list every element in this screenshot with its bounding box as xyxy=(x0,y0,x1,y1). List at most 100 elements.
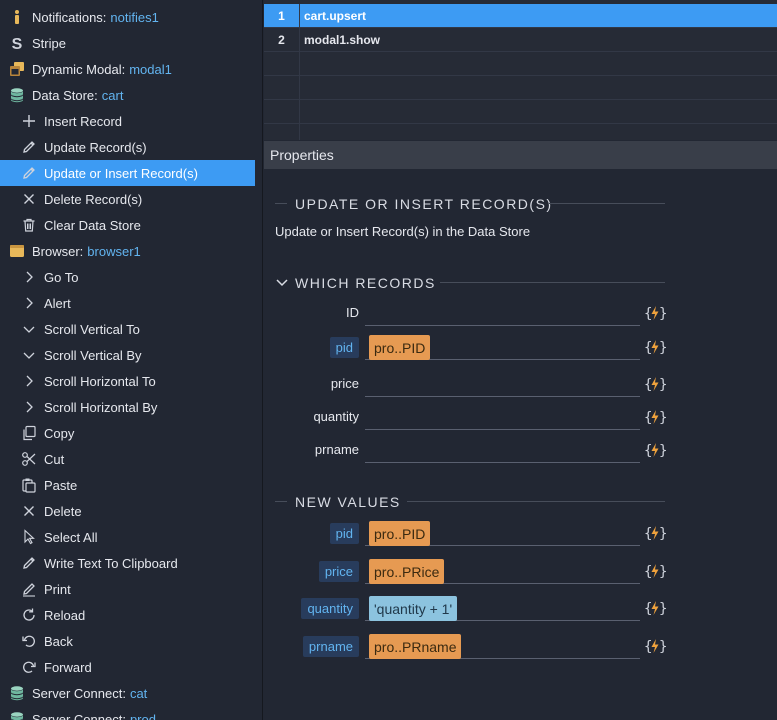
dynamic-data-icon[interactable]: {} xyxy=(644,375,667,393)
tree-item-server-connect-prod[interactable]: Server Connect: prod xyxy=(0,706,255,720)
tree-item-update-or-insert-record-s[interactable]: Update or Insert Record(s) xyxy=(0,160,255,186)
field-input-quantity[interactable] xyxy=(365,404,640,430)
dynamic-data-icon[interactable]: {} xyxy=(644,441,667,459)
binding-chip[interactable]: 'quantity + 1' xyxy=(369,596,458,621)
binding-chip[interactable]: pro..PRname xyxy=(369,634,462,659)
tree-item-back[interactable]: Back xyxy=(0,628,255,654)
tree-item-label: Clear Data Store xyxy=(44,217,141,233)
tree-item-alert[interactable]: Alert xyxy=(0,290,255,316)
chevron-down-icon[interactable] xyxy=(275,276,289,290)
field-label-pid: pid xyxy=(329,337,359,358)
which-records-divider xyxy=(440,282,665,283)
binding-chip[interactable]: pro..PRice xyxy=(369,559,445,584)
tree-item-stripe[interactable]: S Stripe xyxy=(0,30,255,56)
step-row[interactable]: 2 modal1.show xyxy=(264,28,777,52)
dynamic-data-icon[interactable]: {} xyxy=(644,637,667,655)
tree-item-label: Server Connect: xyxy=(32,685,126,701)
tree-item-value: browser1 xyxy=(87,243,141,259)
binding-chip[interactable]: pro..PID xyxy=(369,521,431,546)
field-input-prname[interactable]: pro..PRname xyxy=(365,633,640,659)
tree-item-label: Stripe xyxy=(32,35,66,51)
dynamic-data-icon[interactable]: {} xyxy=(644,304,667,322)
svg-text:}: } xyxy=(659,340,666,356)
field-input-price[interactable] xyxy=(365,371,640,397)
tree-item-label: Scroll Vertical By xyxy=(44,347,142,363)
properties-title: Properties xyxy=(270,147,334,163)
tree-item-scroll-vertical-by[interactable]: Scroll Vertical By xyxy=(0,342,255,368)
tree-item-forward[interactable]: Forward xyxy=(0,654,255,680)
chevron-right-icon xyxy=(20,398,38,416)
tree-item-select-all[interactable]: Select All xyxy=(0,524,255,550)
tree-item-label: Write Text To Clipboard xyxy=(44,555,178,571)
binding-chip[interactable]: pro..PID xyxy=(369,335,431,360)
field-input-id[interactable] xyxy=(365,300,640,326)
tree-item-value: modal1 xyxy=(129,61,172,77)
tree-item-notifications-notifies1[interactable]: Notifications: notifies1 xyxy=(0,4,255,30)
steps-list: 1 cart.upsert 2 modal1.show xyxy=(264,0,777,140)
svg-text:}: } xyxy=(659,639,666,655)
step-name: cart.upsert xyxy=(304,8,367,23)
field-input-quantity[interactable]: 'quantity + 1' xyxy=(365,595,640,621)
dynamic-data-icon[interactable]: {} xyxy=(644,599,667,617)
step-name: modal1.show xyxy=(304,32,381,47)
svg-text:{: { xyxy=(644,340,652,356)
tree-item-write-text-to-clipboard[interactable]: Write Text To Clipboard xyxy=(0,550,255,576)
tree-item-paste[interactable]: Paste xyxy=(0,472,255,498)
field-input-price[interactable]: pro..PRice xyxy=(365,558,640,584)
reload-icon xyxy=(20,606,38,624)
tree-item-label: Server Connect: xyxy=(32,711,126,720)
forward-icon xyxy=(20,658,38,676)
tree-item-copy[interactable]: Copy xyxy=(0,420,255,446)
field-input-prname[interactable] xyxy=(365,437,640,463)
svg-text:{: { xyxy=(644,377,652,393)
pencil-icon xyxy=(20,164,38,182)
tree-item-browser-browser1[interactable]: Browser: browser1 xyxy=(0,238,255,264)
svg-text:{: { xyxy=(644,306,652,322)
tree-item-label: Select All xyxy=(44,529,98,545)
tree-item-cut[interactable]: Cut xyxy=(0,446,255,472)
section-divider-right xyxy=(549,203,665,204)
dynamic-data-icon[interactable]: {} xyxy=(644,562,667,580)
chevron-right-icon xyxy=(20,372,38,390)
svg-text:{: { xyxy=(644,564,652,580)
section-title: UPDATE OR INSERT RECORD(S) xyxy=(295,196,553,212)
tree-item-reload[interactable]: Reload xyxy=(0,602,255,628)
tree-item-scroll-vertical-to[interactable]: Scroll Vertical To xyxy=(0,316,255,342)
tree-item-print[interactable]: Print xyxy=(0,576,255,602)
modal-icon xyxy=(8,60,26,78)
tree-item-label: Delete Record(s) xyxy=(44,191,143,207)
tree-item-label: Cut xyxy=(44,451,65,467)
step-row[interactable]: 1 cart.upsert xyxy=(264,4,777,28)
tree-item-go-to[interactable]: Go To xyxy=(0,264,255,290)
tree-item-update-record-s[interactable]: Update Record(s) xyxy=(0,134,255,160)
svg-text:}: } xyxy=(659,410,666,426)
dynamic-data-icon[interactable]: {} xyxy=(644,338,667,356)
svg-text:{: { xyxy=(644,443,652,459)
tree-item-delete[interactable]: Delete xyxy=(0,498,255,524)
tree-item-insert-record[interactable]: Insert Record xyxy=(0,108,255,134)
plus-icon xyxy=(20,112,38,130)
tree-item-dynamic-modal-modal1[interactable]: Dynamic Modal: modal1 xyxy=(0,56,255,82)
tree-item-clear-data-store[interactable]: Clear Data Store xyxy=(0,212,255,238)
dynamic-data-icon[interactable]: {} xyxy=(644,524,667,542)
tree-item-label: Update Record(s) xyxy=(44,139,147,155)
tree-item-scroll-horizontal-by[interactable]: Scroll Horizontal By xyxy=(0,394,255,420)
dynamic-data-icon[interactable]: {} xyxy=(644,408,667,426)
tree-item-label: Update or Insert Record(s) xyxy=(44,165,198,181)
which-records-title[interactable]: WHICH RECORDS xyxy=(295,275,436,291)
tree-item-scroll-horizontal-to[interactable]: Scroll Horizontal To xyxy=(0,368,255,394)
tree-item-label: Print xyxy=(44,581,71,597)
field-label-pid: pid xyxy=(329,523,359,544)
tree-item-server-connect-cat[interactable]: Server Connect: cat xyxy=(0,680,255,706)
tree-item-data-store-cart[interactable]: Data Store: cart xyxy=(0,82,255,108)
tree-item-label: Delete xyxy=(44,503,82,519)
tree-item-label: Dynamic Modal: xyxy=(32,61,126,77)
step-number xyxy=(264,52,300,75)
tree-item-delete-record-s[interactable]: Delete Record(s) xyxy=(0,186,255,212)
field-label-prname: prname xyxy=(314,442,359,457)
field-input-pid[interactable]: pro..PID xyxy=(365,520,640,546)
stripe-icon: S xyxy=(8,34,26,52)
tree-item-label: Data Store: xyxy=(32,87,98,103)
field-input-pid[interactable]: pro..PID xyxy=(365,334,640,360)
svg-text:{: { xyxy=(644,639,652,655)
